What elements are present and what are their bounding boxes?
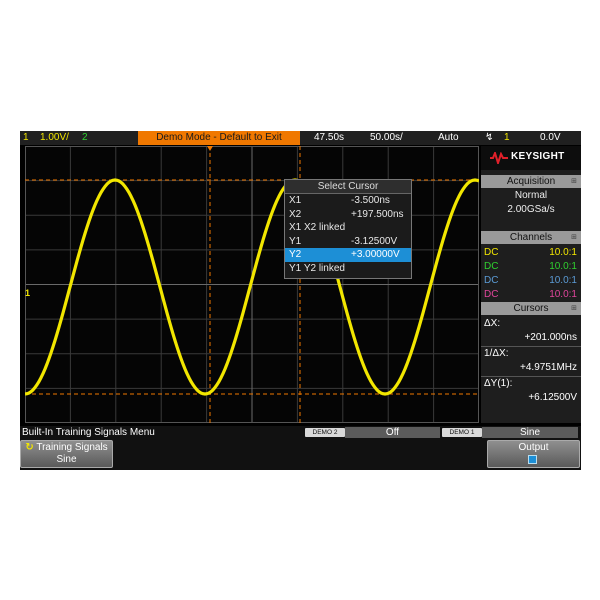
- training-signals-label: Training Signals: [36, 442, 108, 453]
- inverse-delta-x-label-text: 1/ΔX:: [484, 348, 509, 359]
- checkbox-icon[interactable]: [528, 455, 537, 464]
- channel-1-ground-marker[interactable]: 1: [25, 286, 35, 300]
- channel-probe-ratio: 10.0:1: [549, 275, 577, 286]
- divider: [481, 346, 581, 347]
- cursor-option-value: +3.00000V: [351, 249, 400, 260]
- delta-x-value: +201.000ns: [524, 332, 577, 343]
- select-cursor-title: Select Cursor: [285, 180, 411, 194]
- divider: [481, 376, 581, 377]
- delta-x-label-text: ΔX:: [484, 318, 501, 329]
- cursor-option-y2[interactable]: Y2 +3.00000V: [285, 248, 411, 262]
- channel-row-4[interactable]: DC 10.0:1: [481, 288, 581, 301]
- demo2-tag: DEMO 2: [305, 428, 345, 437]
- channel-probe-ratio: 10.0:1: [549, 261, 577, 272]
- channel-probe-ratio: 10.0:1: [549, 247, 577, 258]
- cursors-title: Cursors: [513, 303, 549, 314]
- cursor-option-label: Y2: [289, 249, 302, 260]
- delta-y-label-text: ΔY(1):: [484, 378, 513, 389]
- select-cursor-popup: Select Cursor X1 -3.500ns X2 +197.500ns X1…: [284, 179, 412, 279]
- delta-y-value: +6.12500V: [528, 392, 577, 403]
- trigger-edge-icon: ↯: [485, 132, 494, 143]
- softkey-bar: Built-In Training Signals Menu DEMO 2 Of…: [20, 426, 581, 470]
- sample-rate: 2.00GSa/s: [507, 204, 555, 215]
- acquisition-mode: Normal: [514, 190, 548, 201]
- info-panel: KEYSIGHT Acquisition ⊞ Normal 2.00GSa/s C…: [481, 146, 581, 423]
- waveform-display[interactable]: 1 Select Cursor X1 -3.500ns X2 +197.500ns …: [25, 146, 479, 423]
- trigger-channel[interactable]: 1: [504, 131, 510, 145]
- channels-header[interactable]: Channels ⊞: [481, 231, 581, 244]
- demo-mode-banner: Demo Mode - Default to Exit: [138, 131, 300, 145]
- panel-expand-icon: ⊞: [571, 305, 577, 312]
- keysight-logo-icon: [490, 152, 508, 164]
- channel-1-number[interactable]: 1: [23, 131, 29, 145]
- channel-coupling: DC: [484, 261, 499, 272]
- channel-probe-ratio: 10.0:1: [549, 289, 577, 300]
- cursor-option-label: X2: [289, 208, 302, 220]
- trigger-level[interactable]: 0.0V: [540, 131, 561, 145]
- channel-coupling: DC: [484, 289, 499, 300]
- brand-name: KEYSIGHT: [511, 151, 565, 162]
- channel-coupling: DC: [484, 247, 499, 258]
- cursor-option-x2[interactable]: X2 +197.500ns: [285, 208, 411, 222]
- training-signals-softkey[interactable]: ↻ Training Signals Sine: [20, 440, 113, 468]
- channel-coupling: DC: [484, 275, 499, 286]
- trigger-mode[interactable]: Auto: [438, 131, 459, 145]
- cursors-header[interactable]: Cursors ⊞: [481, 302, 581, 315]
- inverse-delta-x-value: +4.9751MHz: [520, 362, 577, 373]
- output-softkey[interactable]: Output: [487, 440, 580, 468]
- channel-row-2[interactable]: DC 10.0:1: [481, 260, 581, 273]
- cursor-option-value: -3.12500V: [351, 235, 398, 247]
- channel-2-number[interactable]: 2: [82, 131, 88, 145]
- channels-title: Channels: [509, 232, 553, 243]
- cursor-option-value: -3.500ns: [351, 195, 390, 206]
- training-signals-value: Sine: [56, 454, 77, 465]
- cursor-option-label: X1: [289, 195, 302, 206]
- acquisition-title: Acquisition: [506, 176, 556, 187]
- channel-row-3[interactable]: DC 10.0:1: [481, 274, 581, 287]
- horizontal-delay[interactable]: 47.50s: [314, 131, 344, 145]
- cursor-option-label: Y1 Y2 linked: [289, 262, 345, 274]
- cursor-option-label: X1 X2 linked: [289, 222, 346, 233]
- panel-expand-icon: ⊞: [571, 234, 577, 241]
- cursor-option-x1[interactable]: X1 -3.500ns: [285, 194, 411, 208]
- channel-1-scale[interactable]: 1.00V/: [40, 131, 69, 145]
- panel-expand-icon: ⊞: [571, 178, 577, 185]
- menu-title: Built-In Training Signals Menu: [22, 427, 155, 438]
- output-label: Output: [518, 442, 549, 453]
- demo1-value: Sine: [482, 427, 578, 438]
- acquisition-header[interactable]: Acquisition ⊞: [481, 175, 581, 188]
- demo1-tag: DEMO 1: [442, 428, 482, 437]
- cursor-option-y1[interactable]: Y1 -3.12500V: [285, 235, 411, 249]
- cursor-option-value: +197.500ns: [351, 208, 404, 220]
- cursor-option-x1-x2-linked[interactable]: X1 X2 linked: [285, 221, 411, 235]
- oscilloscope-screen: 1 1.00V/ 2 Demo Mode - Default to Exit 4…: [20, 131, 581, 470]
- time-scale[interactable]: 50.00s/: [370, 131, 403, 145]
- cursor-option-y1-y2-linked[interactable]: Y1 Y2 linked: [285, 262, 411, 276]
- status-bar: 1 1.00V/ 2 Demo Mode - Default to Exit 4…: [20, 131, 581, 145]
- demo2-value: Off: [345, 427, 440, 438]
- cursor-option-label: Y1: [289, 235, 302, 247]
- rotate-knob-icon: ↻: [25, 442, 34, 453]
- brand-header: KEYSIGHT: [481, 146, 581, 170]
- channel-row-1[interactable]: DC 10.0:1: [481, 246, 581, 259]
